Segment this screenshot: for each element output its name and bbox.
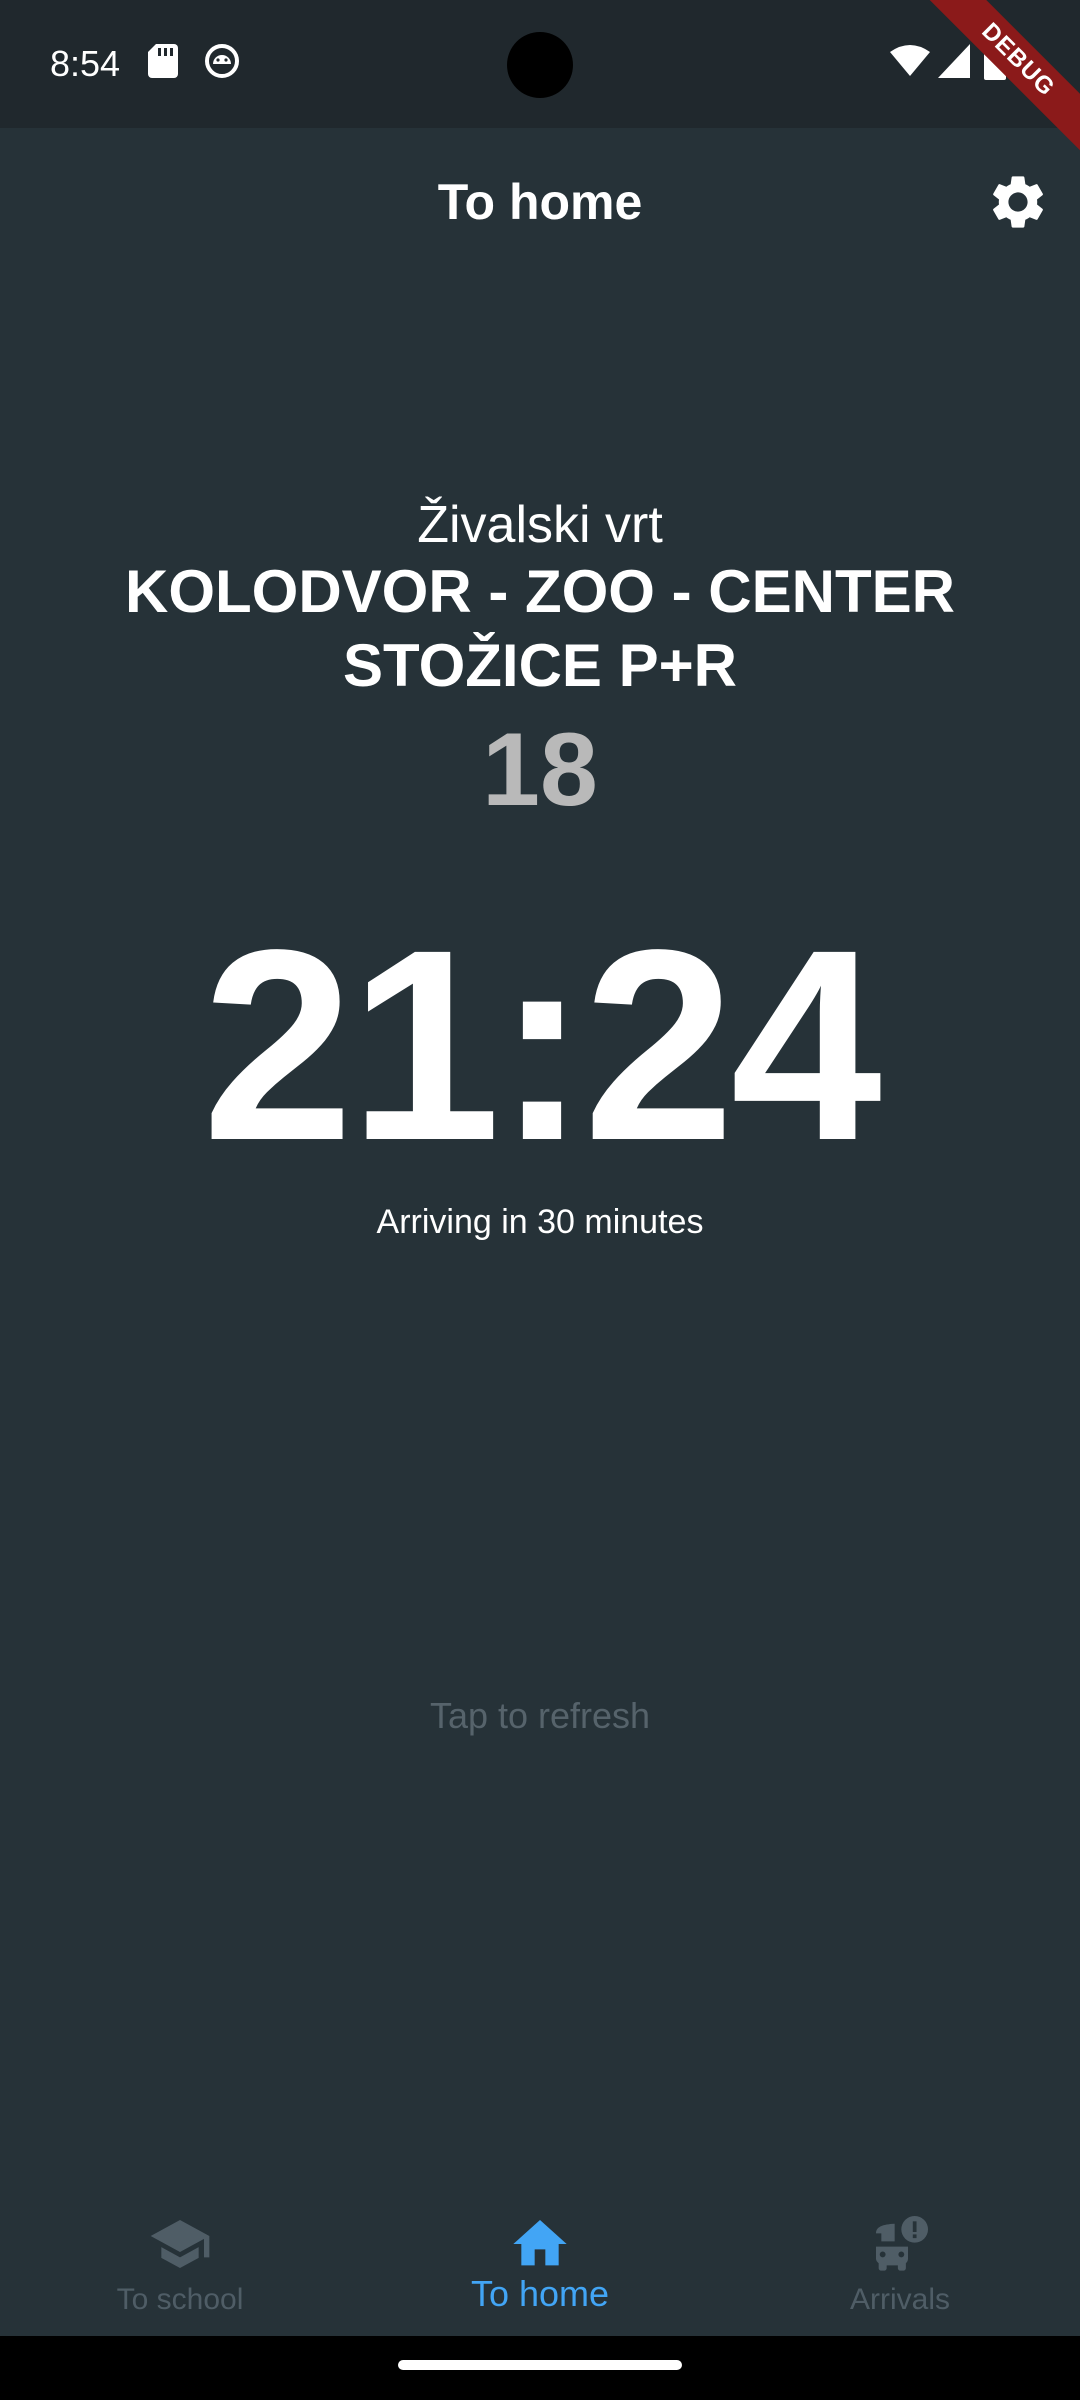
nav-item-to-school[interactable]: To school: [0, 2188, 360, 2336]
bottom-navigation: To school To home Arrivals: [0, 2188, 1080, 2336]
app-screen: 8:54 DEBUG To home Živalski vrt KOLODVOR…: [0, 0, 1080, 2400]
page-title: To home: [437, 174, 643, 230]
arriving-countdown: Arriving in 30 minutes: [376, 1203, 704, 1241]
nav-item-to-home[interactable]: To home: [360, 2188, 720, 2336]
signal-icon: [938, 44, 970, 78]
android-debug-icon: [205, 44, 239, 78]
tap-to-refresh[interactable]: Tap to refresh: [0, 1692, 1080, 1740]
wifi-icon: [890, 45, 930, 76]
app-bar: To home: [0, 128, 1080, 276]
status-time: 8:54: [50, 43, 121, 84]
route-name: KOLODVOR - ZOO - CENTER STOŽICE P+R: [125, 558, 955, 699]
nav-label: To home: [470, 2273, 610, 2314]
nav-label: Arrivals: [849, 2283, 950, 2316]
graduation-cap-icon: [150, 2220, 210, 2268]
nav-item-arrivals[interactable]: Arrivals: [720, 2188, 1080, 2336]
sd-card-icon: [148, 44, 178, 78]
bus-alert-icon: [876, 2216, 928, 2271]
settings-button[interactable]: [986, 170, 1050, 234]
camera-cutout: [507, 32, 573, 98]
nav-label: To school: [116, 2283, 244, 2316]
arrival-time: 21:24: [202, 893, 882, 1197]
line-number: 18: [482, 712, 598, 828]
gesture-navigation-area: [0, 2336, 1080, 2400]
status-bar: 8:54: [0, 0, 1080, 128]
gear-icon: [993, 176, 1043, 228]
home-icon: [513, 2220, 567, 2266]
home-gesture-handle[interactable]: [398, 2360, 682, 2370]
stop-name: Živalski vrt: [417, 496, 663, 554]
